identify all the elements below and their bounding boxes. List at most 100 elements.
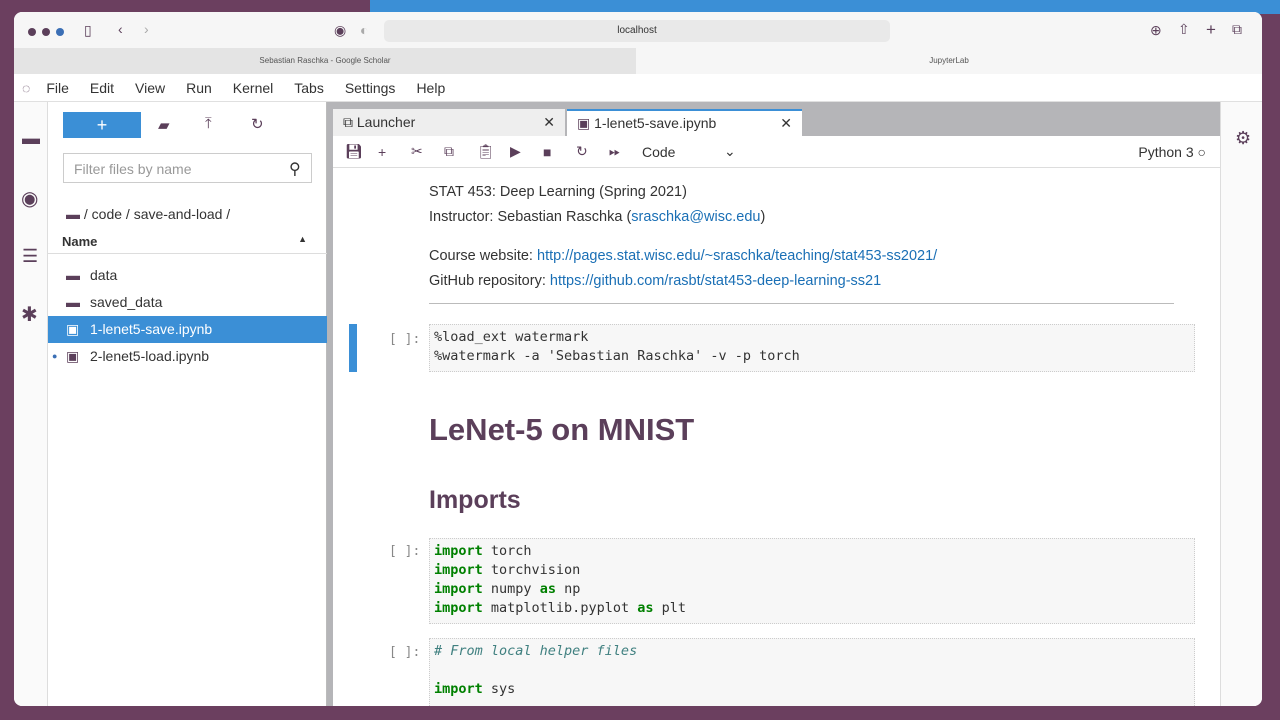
menu-help[interactable]: Help (416, 80, 445, 96)
browser-tab-jupyterlab[interactable]: JupyterLab (636, 48, 1262, 74)
cell-type-select[interactable]: Code (642, 144, 724, 160)
running-indicator-icon: ● (52, 351, 58, 361)
file-item-data[interactable]: ▬ data (48, 262, 327, 289)
instructor-line: Instructor: Sebastian Raschka (sraschka@… (429, 209, 765, 225)
launcher-icon: ⧉ (343, 114, 357, 130)
email-link[interactable]: sraschka@wisc.edu (631, 209, 760, 225)
active-cell-indicator (349, 324, 357, 372)
paste-icon[interactable]: 📋︎ (477, 143, 510, 160)
refresh-icon[interactable]: ↻ (251, 115, 264, 133)
new-launcher-button[interactable]: + (63, 112, 141, 138)
file-name: data (90, 267, 118, 283)
sort-ascending-icon: ▲ (298, 234, 307, 244)
code-cell-helpers[interactable]: # From local helper files import sys (429, 638, 1195, 706)
folder-icon: ▬ (66, 267, 80, 283)
browser-toolbar: ▯ ‹ › ◉ ◐ localhost ⊕ ⇧ + ⧉ (14, 12, 1262, 48)
folder-icon[interactable]: ▬ (22, 128, 40, 149)
heading-lenet5: LeNet-5 on MNIST (429, 412, 695, 447)
website-label: Course website: (429, 248, 537, 264)
file-name: 2-lenet5-load.ipynb (90, 348, 210, 364)
restart-icon[interactable]: ↻ (576, 143, 609, 160)
cell-prompt: [ ]: (389, 544, 421, 559)
website-link[interactable]: http://pages.stat.wisc.edu/~sraschka/tea… (537, 248, 937, 264)
tab-label: Launcher (356, 114, 416, 130)
notebook-icon: ▣ (66, 348, 80, 364)
close-tab-icon[interactable]: ✕ (543, 109, 555, 136)
menu-kernel[interactable]: Kernel (233, 80, 273, 96)
toc-icon[interactable]: ☰ (22, 246, 38, 267)
notebook-panel: 💾︎ + ✂ ⧉ 📋︎ ▶ ■ ↻ ⏩︎ Code ⌄ Python 3 ○ S… (333, 136, 1220, 706)
code-cell-imports[interactable]: import torch import torchvision import n… (429, 538, 1195, 624)
jupyter-logo-icon: ◌ (22, 79, 31, 96)
kernel-name: Python 3 (1138, 143, 1194, 160)
zoom-window-button[interactable] (56, 28, 64, 36)
tabs-overview-icon[interactable]: ⧉ (1232, 21, 1242, 38)
share-icon[interactable]: ⇧ (1178, 21, 1190, 38)
file-name: 1-lenet5-save.ipynb (90, 321, 213, 337)
file-item-lenet5-load[interactable]: ● ▣ 2-lenet5-load.ipynb (48, 343, 327, 370)
code-cell-watermark[interactable]: %load_ext watermark %watermark -a 'Sebas… (429, 324, 1195, 372)
property-inspector-icon[interactable]: ⚙ (1235, 128, 1251, 149)
password-icon[interactable]: ◉ (334, 22, 346, 39)
browser-tab-scholar[interactable]: Sebastian Raschka - Google Scholar (14, 48, 636, 74)
address-bar[interactable]: localhost (384, 20, 890, 42)
upload-icon[interactable]: ⤒ (205, 115, 212, 132)
notebook-icon: ▣ (577, 115, 595, 131)
paren: ) (760, 209, 766, 225)
notebook-toolbar: 💾︎ + ✂ ⧉ 📋︎ ▶ ■ ↻ ⏩︎ Code ⌄ Python 3 ○ (333, 136, 1220, 168)
close-tab-icon[interactable]: ✕ (780, 111, 792, 136)
tab-launcher[interactable]: ⧉ Launcher ✕ (333, 109, 565, 136)
breadcrumb[interactable]: ▬ / code / save-and-load / (66, 206, 230, 222)
menu-file[interactable]: File (46, 80, 69, 96)
search-icon: ⚲ (289, 161, 301, 178)
menu-view[interactable]: View (135, 80, 165, 96)
copy-icon[interactable]: ⧉ (444, 143, 477, 160)
breadcrumb-path[interactable]: / code / save-and-load / (84, 206, 230, 222)
kernel-status[interactable]: Python 3 ○ (1138, 144, 1206, 160)
menu-edit[interactable]: Edit (90, 80, 114, 96)
forward-icon[interactable]: › (144, 21, 149, 37)
extensions-icon[interactable]: ✱ (21, 302, 38, 327)
cell-prompt: [ ]: (389, 645, 421, 660)
new-folder-icon[interactable]: ▰ (158, 116, 170, 134)
new-tab-icon[interactable]: + (1206, 20, 1216, 40)
save-icon[interactable]: 💾︎ (345, 143, 378, 160)
github-line: GitHub repository: https://github.com/ra… (429, 273, 881, 289)
kernel-idle-icon: ○ (1197, 143, 1206, 160)
cell-prompt: [ ]: (389, 332, 421, 347)
browser-tab-bar: Sebastian Raschka - Google Scholar Jupyt… (14, 48, 1262, 74)
close-window-button[interactable] (28, 28, 36, 36)
file-browser: + ▰ ⤒ ↻ Filter files by name ⚲ ▬ / code … (48, 102, 327, 706)
insert-cell-icon[interactable]: + (378, 144, 411, 160)
tab-label: 1-lenet5-save.ipynb (594, 115, 717, 131)
sidebar-icon[interactable]: ▯ (84, 22, 92, 39)
code-line: %watermark -a 'Sebastian Raschka' -v -p … (434, 348, 800, 364)
file-item-saved-data[interactable]: ▬ saved_data (48, 289, 327, 316)
minimize-window-button[interactable] (42, 28, 50, 36)
file-item-lenet5-save[interactable]: ▣ 1-lenet5-save.ipynb (48, 316, 327, 343)
heading-imports: Imports (429, 486, 521, 514)
download-icon[interactable]: ⊕ (1150, 22, 1162, 39)
right-activity-bar: ⚙ (1220, 102, 1262, 706)
chevron-down-icon[interactable]: ⌄ (724, 143, 736, 160)
run-icon[interactable]: ▶ (510, 143, 543, 160)
course-title: STAT 453: Deep Learning (Spring 2021) (429, 184, 687, 200)
menu-run[interactable]: Run (186, 80, 212, 96)
cut-icon[interactable]: ✂ (411, 143, 444, 160)
menu-settings[interactable]: Settings (345, 80, 396, 96)
fast-forward-icon[interactable]: ⏩︎ (609, 143, 642, 160)
folder-icon: ▬ (66, 206, 80, 222)
menu-tabs[interactable]: Tabs (294, 80, 324, 96)
running-icon[interactable]: ◉ (21, 186, 38, 211)
main-area: ⧉ Launcher ✕ ▣ 1-lenet5-save.ipynb ✕ 💾︎ + … (327, 102, 1220, 706)
name-column-header[interactable]: Name ▲ (48, 230, 327, 254)
github-link[interactable]: https://github.com/rasbt/stat453-deep-le… (550, 273, 881, 289)
filter-files-input[interactable]: Filter files by name (63, 153, 312, 183)
folder-icon: ▬ (66, 294, 80, 310)
back-icon[interactable]: ‹ (118, 21, 123, 37)
browser-window: ▯ ‹ › ◉ ◐ localhost ⊕ ⇧ + ⧉ Sebastian Ra… (14, 12, 1262, 706)
tab-notebook[interactable]: ▣ 1-lenet5-save.ipynb ✕ (567, 109, 802, 136)
stop-icon[interactable]: ■ (543, 144, 576, 160)
notebook-icon: ▣ (66, 321, 80, 337)
shield-icon[interactable]: ◐ (360, 22, 368, 38)
